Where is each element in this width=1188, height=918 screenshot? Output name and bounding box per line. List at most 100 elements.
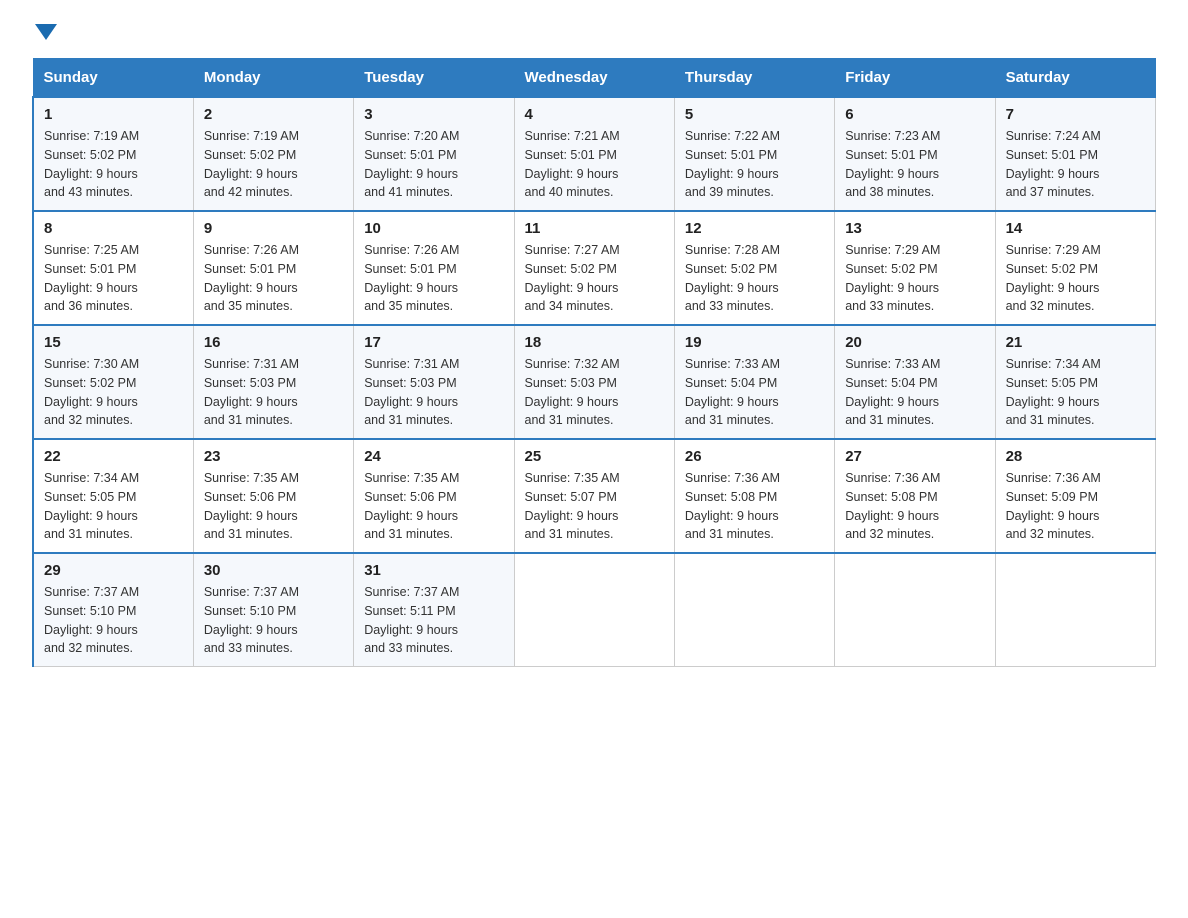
day-detail: Sunrise: 7:27 AMSunset: 5:02 PMDaylight:… — [525, 241, 664, 316]
day-number: 30 — [204, 562, 343, 579]
day-cell: 12Sunrise: 7:28 AMSunset: 5:02 PMDayligh… — [674, 211, 834, 325]
day-detail: Sunrise: 7:22 AMSunset: 5:01 PMDaylight:… — [685, 127, 824, 202]
day-detail: Sunrise: 7:33 AMSunset: 5:04 PMDaylight:… — [845, 355, 984, 430]
day-detail: Sunrise: 7:35 AMSunset: 5:06 PMDaylight:… — [364, 469, 503, 544]
day-number: 18 — [525, 334, 664, 351]
day-cell — [835, 553, 995, 667]
logo — [32, 24, 57, 38]
day-detail: Sunrise: 7:35 AMSunset: 5:07 PMDaylight:… — [525, 469, 664, 544]
day-cell: 8 Sunrise: 7:25 AMSunset: 5:01 PMDaylight… — [33, 211, 193, 325]
day-number: 26 — [685, 448, 824, 465]
day-detail: Sunrise: 7:21 AMSunset: 5:01 PMDaylight:… — [525, 127, 664, 202]
header-day: Thursday — [674, 59, 834, 98]
day-cell: 18 Sunrise: 7:32 AMSunset: 5:03 PMDayligh… — [514, 325, 674, 439]
day-detail: Sunrise: 7:35 AMSunset: 5:06 PMDaylight:… — [204, 469, 343, 544]
day-cell: 31 Sunrise: 7:37 AMSunset: 5:11 PMDayligh… — [354, 553, 514, 667]
day-number: 5 — [685, 106, 824, 123]
day-number: 13 — [845, 220, 984, 237]
day-cell — [514, 553, 674, 667]
day-cell: 25 Sunrise: 7:35 AMSunset: 5:07 PMDayligh… — [514, 439, 674, 553]
day-number: 4 — [525, 106, 664, 123]
header-day: Wednesday — [514, 59, 674, 98]
calendar-body: 1 Sunrise: 7:19 AMSunset: 5:02 PMDaylight… — [33, 97, 1156, 667]
day-number: 25 — [525, 448, 664, 465]
day-cell — [674, 553, 834, 667]
day-cell: 17Sunrise: 7:31 AMSunset: 5:03 PMDayligh… — [354, 325, 514, 439]
day-cell: 13 Sunrise: 7:29 AMSunset: 5:02 PMDayligh… — [835, 211, 995, 325]
day-detail: Sunrise: 7:31 AMSunset: 5:03 PMDaylight:… — [364, 355, 503, 430]
day-cell: 7Sunrise: 7:24 AMSunset: 5:01 PMDaylight… — [995, 97, 1155, 211]
week-row: 22 Sunrise: 7:34 AMSunset: 5:05 PMDayligh… — [33, 439, 1156, 553]
day-number: 21 — [1006, 334, 1145, 351]
week-row: 1 Sunrise: 7:19 AMSunset: 5:02 PMDaylight… — [33, 97, 1156, 211]
header-day: Friday — [835, 59, 995, 98]
day-detail: Sunrise: 7:26 AMSunset: 5:01 PMDaylight:… — [364, 241, 503, 316]
day-cell: 30 Sunrise: 7:37 AMSunset: 5:10 PMDayligh… — [193, 553, 353, 667]
day-detail: Sunrise: 7:37 AMSunset: 5:10 PMDaylight:… — [204, 583, 343, 658]
day-cell: 29 Sunrise: 7:37 AMSunset: 5:10 PMDayligh… — [33, 553, 193, 667]
day-detail: Sunrise: 7:25 AMSunset: 5:01 PMDaylight:… — [44, 241, 183, 316]
day-cell: 19 Sunrise: 7:33 AMSunset: 5:04 PMDayligh… — [674, 325, 834, 439]
day-cell: 10 Sunrise: 7:26 AMSunset: 5:01 PMDayligh… — [354, 211, 514, 325]
header-day: Saturday — [995, 59, 1155, 98]
day-detail: Sunrise: 7:33 AMSunset: 5:04 PMDaylight:… — [685, 355, 824, 430]
day-cell: 22 Sunrise: 7:34 AMSunset: 5:05 PMDayligh… — [33, 439, 193, 553]
day-cell: 3 Sunrise: 7:20 AMSunset: 5:01 PMDaylight… — [354, 97, 514, 211]
day-detail: Sunrise: 7:19 AMSunset: 5:02 PMDaylight:… — [44, 127, 183, 202]
day-number: 8 — [44, 220, 183, 237]
day-number: 31 — [364, 562, 503, 579]
day-cell: 5 Sunrise: 7:22 AMSunset: 5:01 PMDaylight… — [674, 97, 834, 211]
day-cell: 4 Sunrise: 7:21 AMSunset: 5:01 PMDaylight… — [514, 97, 674, 211]
day-cell: 27Sunrise: 7:36 AMSunset: 5:08 PMDayligh… — [835, 439, 995, 553]
day-cell: 15 Sunrise: 7:30 AMSunset: 5:02 PMDayligh… — [33, 325, 193, 439]
day-number: 14 — [1006, 220, 1145, 237]
day-number: 2 — [204, 106, 343, 123]
day-number: 15 — [44, 334, 183, 351]
week-row: 8 Sunrise: 7:25 AMSunset: 5:01 PMDaylight… — [33, 211, 1156, 325]
calendar-table: SundayMondayTuesdayWednesdayThursdayFrid… — [32, 58, 1156, 667]
day-number: 11 — [525, 220, 664, 237]
day-number: 27 — [845, 448, 984, 465]
day-cell: 28Sunrise: 7:36 AMSunset: 5:09 PMDayligh… — [995, 439, 1155, 553]
day-cell: 11 Sunrise: 7:27 AMSunset: 5:02 PMDayligh… — [514, 211, 674, 325]
day-number: 19 — [685, 334, 824, 351]
day-cell: 16Sunrise: 7:31 AMSunset: 5:03 PMDayligh… — [193, 325, 353, 439]
day-number: 29 — [44, 562, 183, 579]
day-cell: 9Sunrise: 7:26 AMSunset: 5:01 PMDaylight… — [193, 211, 353, 325]
day-detail: Sunrise: 7:32 AMSunset: 5:03 PMDaylight:… — [525, 355, 664, 430]
day-detail: Sunrise: 7:34 AMSunset: 5:05 PMDaylight:… — [44, 469, 183, 544]
day-cell: 1 Sunrise: 7:19 AMSunset: 5:02 PMDaylight… — [33, 97, 193, 211]
header-day: Sunday — [33, 59, 193, 98]
day-number: 22 — [44, 448, 183, 465]
day-detail: Sunrise: 7:37 AMSunset: 5:10 PMDaylight:… — [44, 583, 183, 658]
day-cell: 20 Sunrise: 7:33 AMSunset: 5:04 PMDayligh… — [835, 325, 995, 439]
day-number: 3 — [364, 106, 503, 123]
day-cell: 21 Sunrise: 7:34 AMSunset: 5:05 PMDayligh… — [995, 325, 1155, 439]
day-cell: 24Sunrise: 7:35 AMSunset: 5:06 PMDayligh… — [354, 439, 514, 553]
day-number: 20 — [845, 334, 984, 351]
day-detail: Sunrise: 7:19 AMSunset: 5:02 PMDaylight:… — [204, 127, 343, 202]
day-cell: 2 Sunrise: 7:19 AMSunset: 5:02 PMDaylight… — [193, 97, 353, 211]
header-day: Tuesday — [354, 59, 514, 98]
day-detail: Sunrise: 7:20 AMSunset: 5:01 PMDaylight:… — [364, 127, 503, 202]
day-number: 12 — [685, 220, 824, 237]
day-number: 6 — [845, 106, 984, 123]
day-number: 10 — [364, 220, 503, 237]
week-row: 15 Sunrise: 7:30 AMSunset: 5:02 PMDayligh… — [33, 325, 1156, 439]
day-cell: 6 Sunrise: 7:23 AMSunset: 5:01 PMDaylight… — [835, 97, 995, 211]
day-detail: Sunrise: 7:23 AMSunset: 5:01 PMDaylight:… — [845, 127, 984, 202]
day-number: 7 — [1006, 106, 1145, 123]
header-day: Monday — [193, 59, 353, 98]
day-detail: Sunrise: 7:29 AMSunset: 5:02 PMDaylight:… — [845, 241, 984, 316]
day-detail: Sunrise: 7:34 AMSunset: 5:05 PMDaylight:… — [1006, 355, 1145, 430]
day-detail: Sunrise: 7:37 AMSunset: 5:11 PMDaylight:… — [364, 583, 503, 658]
day-cell: 26 Sunrise: 7:36 AMSunset: 5:08 PMDayligh… — [674, 439, 834, 553]
logo-triangle-icon — [35, 20, 57, 42]
day-number: 23 — [204, 448, 343, 465]
day-number: 1 — [44, 106, 183, 123]
day-detail: Sunrise: 7:30 AMSunset: 5:02 PMDaylight:… — [44, 355, 183, 430]
day-detail: Sunrise: 7:36 AMSunset: 5:08 PMDaylight:… — [685, 469, 824, 544]
week-row: 29 Sunrise: 7:37 AMSunset: 5:10 PMDayligh… — [33, 553, 1156, 667]
day-cell — [995, 553, 1155, 667]
day-number: 28 — [1006, 448, 1145, 465]
